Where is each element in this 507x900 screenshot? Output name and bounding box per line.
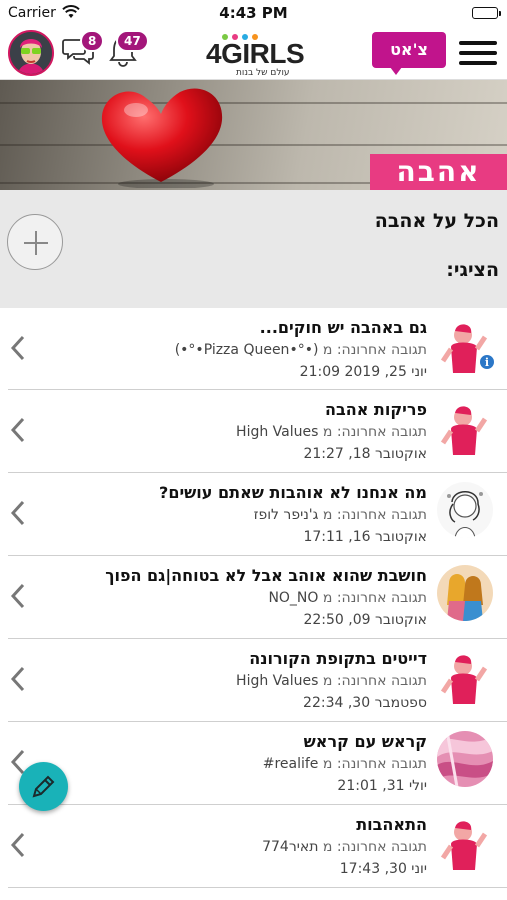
last-reply-user: High Values (236, 424, 319, 440)
thread-thumbnail (437, 565, 493, 621)
last-reply-label: תגובה אחרונה: מ (322, 839, 427, 855)
thread-last-reply: תגובה אחרונה: מ High Values (37, 670, 427, 692)
thread-date: יולי 31, 21:01 (337, 778, 427, 794)
battery-icon (472, 7, 501, 19)
last-reply-user: High Values (236, 673, 319, 689)
thread-row[interactable]: מה אנחנו לא אוהבות שאתם עושים? תגובה אחר… (8, 473, 507, 556)
thread-last-reply: תגובה אחרונה: מ High Values (37, 421, 427, 443)
category-header: הכל על אהבה הציגי: (0, 190, 507, 308)
hamburger-icon[interactable] (459, 41, 497, 65)
thread-thumbnail (440, 655, 488, 704)
thread-title: גם באהבה יש חוקים... (259, 318, 427, 337)
last-reply-user: ג'ניפר לופז (253, 507, 319, 523)
category-title: אהבה (370, 154, 507, 190)
wood-line (0, 102, 507, 104)
status-bar: Carrier 4:43 PM (0, 0, 507, 26)
thread-last-reply: תגובה אחרונה: מ ג'ניפר לופז (37, 504, 427, 526)
clock: 4:43 PM (219, 4, 288, 22)
thread-date: ספטמבר 30, 22:34 (303, 695, 427, 711)
logo-text: 4GIRLS (206, 38, 305, 69)
filter-label[interactable]: הציגי: (446, 259, 499, 281)
thread-row[interactable]: i גם באהבה יש חוקים... תגובה אחרונה: מ (… (8, 308, 507, 390)
site-logo[interactable]: 4GIRLS עולם של בנות (206, 34, 305, 78)
thread-date: יוני 30, 17:43 (339, 861, 427, 877)
thread-date: אוקטובר 18, 21:27 (303, 446, 427, 462)
chevron-left-icon (10, 666, 25, 692)
thread-date: אוקטובר 16, 17:11 (303, 529, 427, 545)
thread-title: פריקות אהבה (324, 400, 427, 419)
category-description: הכל על אהבה (374, 210, 499, 232)
heart-icon (101, 88, 223, 188)
thread-row[interactable]: חושבת שהוא אוהב אבל לא בטוחה|גם הפוך תגו… (8, 556, 507, 639)
category-hero-image: אהבה (0, 80, 507, 190)
thread-title: דייטים בתקופת הקורונה (249, 649, 427, 668)
messages-count-badge: 8 (80, 30, 105, 52)
last-reply-label: תגובה אחרונה: מ (322, 590, 427, 606)
thread-last-reply: תגובה אחרונה: מ NO_NO (37, 587, 427, 609)
last-reply-user: תאיר774 (262, 839, 319, 855)
last-reply-user: realife# (262, 756, 319, 772)
chevron-left-icon (10, 417, 25, 443)
last-reply-label: תגובה אחרונה: מ (322, 756, 427, 772)
thread-last-reply: תגובה אחרונה: מ realife# (37, 753, 427, 775)
chevron-left-icon (10, 500, 25, 526)
app-header: 8 47 4GIRLS עולם של בנות צ'אט (0, 26, 507, 80)
thread-thumbnail (437, 731, 493, 787)
thread-list: i גם באהבה יש חוקים... תגובה אחרונה: מ (… (0, 308, 507, 888)
thread-thumbnail (437, 482, 493, 538)
last-reply-label: תגובה אחרונה: מ (322, 507, 427, 523)
chevron-left-icon (10, 832, 25, 858)
last-reply-user: (•°•Pizza Queen•°•) (174, 342, 319, 358)
last-reply-user: NO_NO (268, 590, 319, 606)
add-topic-button[interactable] (7, 214, 63, 270)
last-reply-label: תגובה אחרונה: מ (322, 424, 427, 440)
last-reply-label: תגובה אחרונה: מ (322, 342, 427, 358)
notifications-count-badge: 47 (116, 30, 149, 52)
chevron-left-icon (10, 335, 25, 361)
pencil-icon (32, 775, 55, 798)
thread-last-reply: תגובה אחרונה: מ תאיר774 (37, 836, 427, 858)
info-icon: i (479, 354, 495, 370)
thread-date: יוני 25, 2019 21:09 (299, 364, 427, 380)
wood-line (0, 144, 507, 146)
thread-row[interactable]: פריקות אהבה תגובה אחרונה: מ High Values … (8, 390, 507, 473)
thread-thumbnail (440, 821, 488, 870)
last-reply-label: תגובה אחרונה: מ (322, 673, 427, 689)
thread-date: אוקטובר 09, 22:50 (303, 612, 427, 628)
thread-title: קראש עם קראש (303, 732, 427, 751)
thread-row[interactable]: קראש עם קראש תגובה אחרונה: מ realife# יו… (8, 722, 507, 805)
thread-row[interactable]: התאהבות תגובה אחרונה: מ תאיר774 יוני 30,… (8, 805, 507, 888)
thread-title: מה אנחנו לא אוהבות שאתם עושים? (159, 483, 427, 502)
logo-subtitle: עולם של בנות (236, 68, 290, 78)
thread-row[interactable]: דייטים בתקופת הקורונה תגובה אחרונה: מ Hi… (8, 639, 507, 722)
chat-button[interactable]: צ'אט (372, 32, 446, 75)
thread-title: התאהבות (356, 815, 427, 834)
thread-thumbnail (440, 406, 488, 455)
chevron-left-icon (10, 583, 25, 609)
compose-button[interactable] (19, 762, 68, 811)
thread-title: חושבת שהוא אוהב אבל לא בטוחה|גם הפוך (105, 566, 427, 585)
user-avatar[interactable] (8, 30, 54, 76)
thread-last-reply: תגובה אחרונה: מ (•°•Pizza Queen•°•) (37, 339, 427, 361)
